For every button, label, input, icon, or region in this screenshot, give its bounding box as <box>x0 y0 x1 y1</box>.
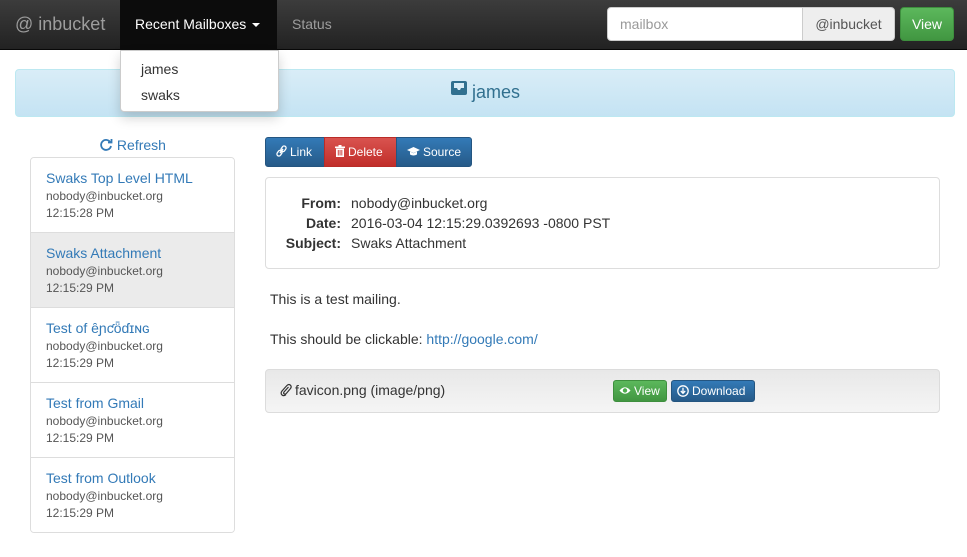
domain-addon: @inbucket <box>802 7 895 41</box>
link-label: Link <box>290 145 313 159</box>
message-from: nobody@inbucket.org <box>46 489 163 503</box>
delete-button[interactable]: Delete <box>324 137 397 167</box>
message-from: nobody@inbucket.org <box>46 339 163 353</box>
refresh-label: Refresh <box>116 137 166 153</box>
message-time: 12:15:29 PM <box>46 356 115 370</box>
trash-icon <box>335 145 345 158</box>
graduation-cap-icon <box>407 146 420 156</box>
subject-value: Swaks Attachment <box>351 235 467 251</box>
delete-label: Delete <box>348 145 383 159</box>
refresh-icon <box>100 138 113 151</box>
message-body-line: This is a test mailing. <box>270 291 401 307</box>
from-value: nobody@inbucket.org <box>351 195 488 211</box>
date-value: 2016-03-04 12:15:29.0392693 -0800 PST <box>351 215 611 231</box>
refresh-button[interactable]: Refresh <box>30 137 235 153</box>
message-subject: Test from Gmail <box>46 395 145 411</box>
link-button[interactable]: Link <box>265 137 325 167</box>
attachment-download-label: Download <box>692 384 746 398</box>
mailbox-name: james <box>471 82 520 102</box>
attachment-download-button[interactable]: Download <box>671 380 755 402</box>
message-list-item[interactable]: Swaks Top Level HTML nobody@inbucket.org… <box>31 158 234 233</box>
message-subject: Swaks Attachment <box>46 245 162 261</box>
inbox-icon <box>450 69 468 113</box>
view-mailbox-button[interactable]: View <box>900 7 954 41</box>
source-button[interactable]: Source <box>396 137 472 167</box>
link-icon <box>276 145 287 157</box>
attachment-view-label: View <box>634 384 660 398</box>
source-label: Source <box>423 145 462 159</box>
message-list: Swaks Top Level HTML nobody@inbucket.org… <box>30 157 235 533</box>
message-from: nobody@inbucket.org <box>46 264 163 278</box>
attachment-panel: favicon.png (image/png) View Download <box>265 369 940 413</box>
message-time: 12:15:29 PM <box>46 281 115 295</box>
subject-label: Subject: <box>285 235 341 251</box>
message-time: 12:15:28 PM <box>46 206 115 220</box>
message-list-item[interactable]: Test from Outlook nobody@inbucket.org 12… <box>31 458 234 532</box>
message-time: 12:15:29 PM <box>46 506 115 520</box>
message-list-item[interactable]: Swaks Attachment nobody@inbucket.org 12:… <box>31 233 234 308</box>
message-headers: From: nobody@inbucket.org Date: 2016-03-… <box>265 177 940 269</box>
message-from: nobody@inbucket.org <box>46 189 163 203</box>
eye-icon <box>619 387 631 395</box>
body-link[interactable]: http://google.com/ <box>426 331 537 347</box>
dropdown-item-james[interactable]: james <box>121 59 278 85</box>
message-body-line: This should be clickable: http://google.… <box>270 331 538 347</box>
from-label: From: <box>301 195 341 211</box>
attachment-filename: favicon.png (image/png) <box>295 382 446 398</box>
attachment-name: favicon.png (image/png) <box>280 382 445 398</box>
caret-down-icon <box>252 23 261 28</box>
recent-mailboxes-label: Recent Mailboxes <box>135 16 247 32</box>
message-time: 12:15:29 PM <box>46 431 115 445</box>
mailbox-search-input[interactable] <box>607 7 803 41</box>
message-list-item[interactable]: Test of ȇɲƈȫɗɪɴɢ nobody@inbucket.org 12:… <box>31 308 234 383</box>
navbar: @ inbucket Recent Mailboxes Status @inbu… <box>0 0 967 50</box>
message-subject: Test from Outlook <box>46 470 156 486</box>
paperclip-icon <box>280 383 292 397</box>
body-text: This should be clickable: <box>270 331 423 347</box>
brand-logo[interactable]: @ inbucket <box>15 14 105 35</box>
message-list-item[interactable]: Test from Gmail nobody@inbucket.org 12:1… <box>31 383 234 458</box>
message-subject: Swaks Top Level HTML <box>46 170 193 186</box>
message-subject: Test of ȇɲƈȫɗɪɴɢ <box>46 320 150 336</box>
status-link[interactable]: Status <box>292 16 332 32</box>
recent-mailboxes-dropdown: james swaks <box>120 50 279 112</box>
download-icon <box>677 384 689 397</box>
attachment-view-button[interactable]: View <box>613 380 667 402</box>
date-label: Date: <box>305 215 341 231</box>
message-from: nobody@inbucket.org <box>46 414 163 428</box>
recent-mailboxes-menu[interactable]: Recent Mailboxes <box>120 0 277 50</box>
dropdown-item-swaks[interactable]: swaks <box>121 85 278 111</box>
